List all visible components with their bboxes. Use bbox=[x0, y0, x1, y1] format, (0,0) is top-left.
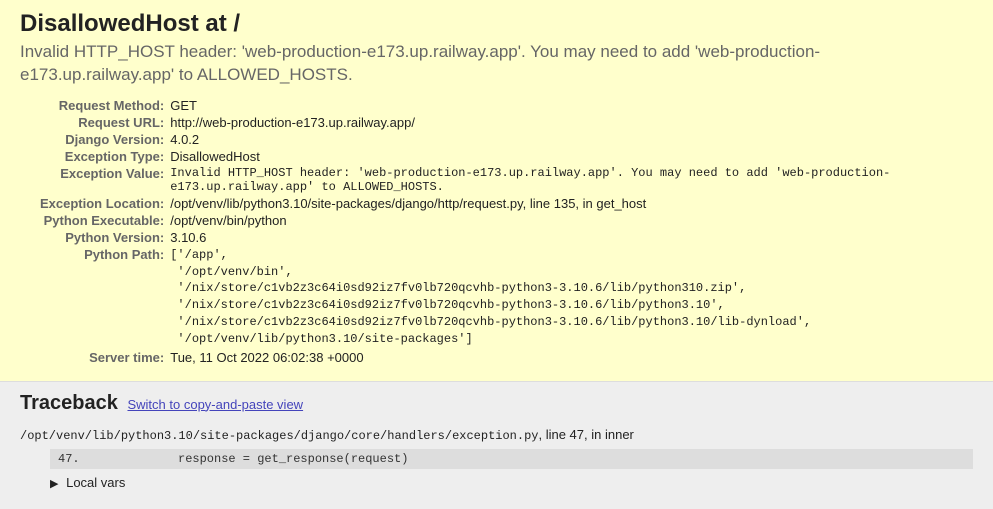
traceback-section: Traceback Switch to copy-and-paste view … bbox=[0, 381, 993, 509]
meta-table: Request Method: GET Request URL: http://… bbox=[40, 97, 973, 366]
local-vars-label: Local vars bbox=[66, 475, 125, 490]
label-exception-type: Exception Type: bbox=[40, 148, 170, 165]
value-python-exe: /opt/venv/bin/python bbox=[170, 212, 973, 229]
local-vars-toggle[interactable]: ▶ Local vars bbox=[50, 475, 973, 490]
frame-location[interactable]: /opt/venv/lib/python3.10/site-packages/d… bbox=[20, 427, 973, 443]
value-exception-location: /opt/venv/lib/python3.10/site-packages/d… bbox=[170, 195, 973, 212]
label-exception-location: Exception Location: bbox=[40, 195, 170, 212]
value-request-url: http://web-production-e173.up.railway.ap… bbox=[170, 114, 973, 131]
value-exception-type: DisallowedHost bbox=[170, 148, 973, 165]
label-request-url: Request URL: bbox=[40, 114, 170, 131]
label-python-path: Python Path: bbox=[40, 246, 170, 349]
context-line[interactable]: 47. response = get_response(request) bbox=[50, 449, 973, 469]
label-python-exe: Python Executable: bbox=[40, 212, 170, 229]
traceback-heading: Traceback bbox=[20, 392, 118, 415]
context-code: response = get_response(request) bbox=[178, 452, 408, 466]
label-server-time: Server time: bbox=[40, 349, 170, 366]
frame-line-info: , line 47, in inner bbox=[538, 427, 633, 442]
label-exception-value: Exception Value: bbox=[40, 165, 170, 195]
error-subtitle: Invalid HTTP_HOST header: 'web-productio… bbox=[20, 41, 973, 87]
value-request-method: GET bbox=[170, 97, 973, 114]
value-exception-value: Invalid HTTP_HOST header: 'web-productio… bbox=[170, 165, 973, 195]
value-python-version: 3.10.6 bbox=[170, 229, 973, 246]
frame-path: /opt/venv/lib/python3.10/site-packages/d… bbox=[20, 429, 538, 443]
switch-view-link[interactable]: Switch to copy-and-paste view bbox=[127, 397, 303, 412]
triangle-right-icon: ▶ bbox=[50, 478, 58, 490]
label-python-version: Python Version: bbox=[40, 229, 170, 246]
value-django-version: 4.0.2 bbox=[170, 131, 973, 148]
error-title: DisallowedHost at / bbox=[20, 10, 973, 38]
label-django-version: Django Version: bbox=[40, 131, 170, 148]
value-python-path: ['/app', '/opt/venv/bin', '/nix/store/c1… bbox=[170, 247, 973, 348]
value-server-time: Tue, 11 Oct 2022 06:02:38 +0000 bbox=[170, 349, 973, 366]
error-summary: DisallowedHost at / Invalid HTTP_HOST he… bbox=[0, 0, 993, 381]
traceback-frame: /opt/venv/lib/python3.10/site-packages/d… bbox=[20, 427, 973, 490]
context-lineno: 47. bbox=[58, 452, 178, 466]
label-request-method: Request Method: bbox=[40, 97, 170, 114]
